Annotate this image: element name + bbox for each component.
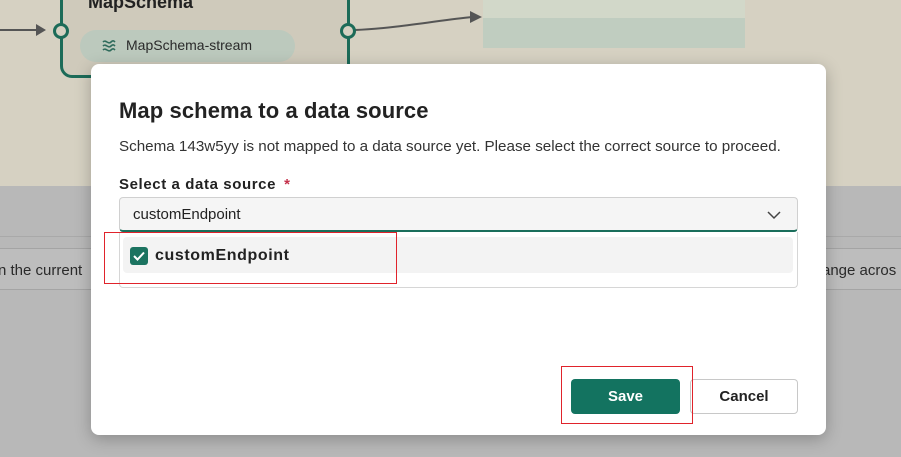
dialog-title: Map schema to a data source [119, 98, 429, 123]
stream-icon [100, 37, 118, 55]
output-port[interactable] [340, 23, 356, 39]
dialog-description: Schema 143w5yy is not mapped to a data s… [119, 138, 781, 155]
selected-value: customEndpoint [133, 206, 241, 223]
info-text-right: ange acros [822, 262, 897, 279]
node-title: MapSchema [88, 0, 194, 12]
stream-chip-label: MapSchema-stream [126, 37, 253, 53]
data-source-label: Select a data source * [119, 176, 291, 193]
chevron-down-icon[interactable] [766, 207, 782, 223]
input-port[interactable] [53, 23, 69, 39]
option-highlight-box [104, 232, 397, 284]
cancel-button[interactable]: Cancel [690, 379, 798, 414]
info-text-left: n the current [0, 262, 83, 279]
required-marker: * [284, 176, 291, 193]
save-highlight-box [561, 366, 693, 424]
data-source-label-text: Select a data source [119, 176, 277, 193]
